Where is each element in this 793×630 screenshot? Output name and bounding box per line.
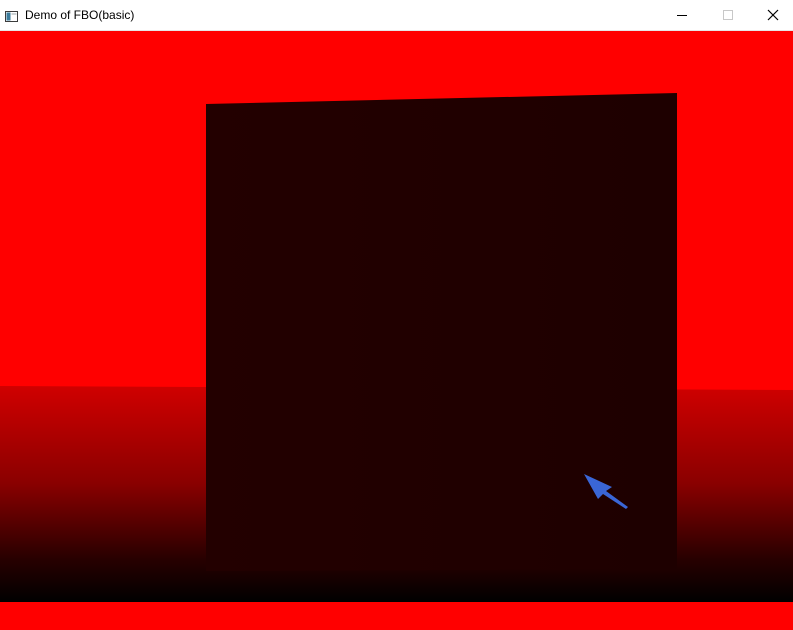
fbo-scene: [0, 31, 793, 630]
fbo-textured-quad: [206, 93, 677, 571]
close-button[interactable]: [749, 0, 793, 31]
window-title: Demo of FBO(basic): [25, 8, 135, 22]
title-bar[interactable]: Demo of FBO(basic): [0, 0, 793, 31]
bottom-strip: [0, 602, 793, 630]
minimize-button[interactable]: [659, 0, 705, 31]
minimize-icon: [677, 15, 687, 16]
window-app-icon[interactable]: [5, 9, 18, 22]
close-icon: [767, 9, 779, 21]
maximize-button[interactable]: [705, 0, 751, 31]
maximize-icon: [723, 10, 733, 20]
app-window: Demo of FBO(basic): [0, 0, 793, 630]
render-viewport[interactable]: [0, 31, 793, 630]
